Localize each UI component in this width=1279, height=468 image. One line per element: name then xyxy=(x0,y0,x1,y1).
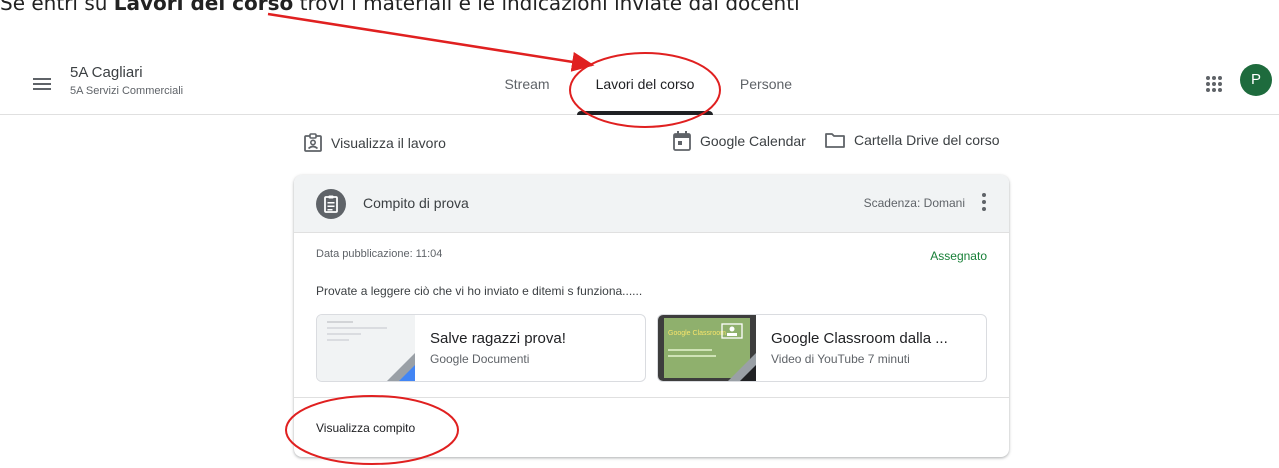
class-drive-folder-label: Cartella Drive del corso xyxy=(854,132,1000,148)
calendar-icon xyxy=(673,131,691,151)
attachment-type: Video di YouTube 7 minuti xyxy=(771,352,910,366)
google-calendar-label: Google Calendar xyxy=(700,133,806,149)
video-thumbnail-title: Google Classroom xyxy=(668,330,726,337)
document-caption: Se entri su Lavori del corso trovi i mat… xyxy=(0,0,800,15)
caption-prefix: Se entri su xyxy=(0,0,114,15)
view-your-work-link[interactable]: Visualizza il lavoro xyxy=(303,133,446,153)
caption-suffix: trovi i materiali e le indicazioni invia… xyxy=(293,0,800,15)
folder-icon xyxy=(825,133,845,148)
tab-persone[interactable]: Persone xyxy=(736,70,796,115)
attachment-type: Google Documenti xyxy=(430,352,530,366)
assignment-instructions: Provate a leggere ciò che vi ho inviato … xyxy=(316,284,643,298)
youtube-video-icon: Google Classroom xyxy=(658,315,756,381)
more-options-icon[interactable] xyxy=(981,192,987,212)
assigned-work-icon xyxy=(304,133,322,152)
class-drive-folder-link[interactable]: Cartella Drive del corso xyxy=(824,130,1000,150)
hamburger-menu-icon[interactable] xyxy=(30,72,54,96)
caption-bold: Lavori del corso xyxy=(113,0,294,15)
assignment-status: Assegnato xyxy=(930,249,987,263)
assignment-due-date: Scadenza: Domani xyxy=(863,196,965,210)
assignment-icon xyxy=(316,189,346,219)
assignment-card-footer: Visualizza compito xyxy=(294,397,1009,457)
assignment-card-header[interactable]: Compito di prova Scadenza: Domani xyxy=(294,175,1009,233)
tab-lavori-del-corso[interactable]: Lavori del corso xyxy=(577,70,713,115)
google-apps-grid-icon[interactable] xyxy=(1202,72,1226,96)
attachment-title: Salve ragazzi prova! xyxy=(430,330,566,347)
google-calendar-link[interactable]: Google Calendar xyxy=(672,130,806,152)
account-avatar[interactable]: P xyxy=(1240,64,1272,96)
active-tab-indicator xyxy=(577,111,713,115)
class-name[interactable]: 5A Cagliari xyxy=(70,64,143,81)
assignment-card: Compito di prova Scadenza: Domani Data p… xyxy=(294,175,1009,457)
top-app-bar: 5A Cagliari 5A Servizi Commerciali Strea… xyxy=(0,50,1279,115)
attachment-youtube-video[interactable]: Google Classroom Google Classroom dalla … xyxy=(657,314,987,382)
view-assignment-link[interactable]: Visualizza compito xyxy=(316,421,415,435)
attachment-title: Google Classroom dalla ... xyxy=(771,330,948,347)
class-section: 5A Servizi Commerciali xyxy=(70,85,184,97)
google-docs-icon xyxy=(317,315,415,381)
view-your-work-label: Visualizza il lavoro xyxy=(331,135,446,151)
attachment-google-doc[interactable]: Salve ragazzi prova! Google Documenti xyxy=(316,314,646,382)
tab-label: Lavori del corso xyxy=(595,76,695,92)
tab-stream[interactable]: Stream xyxy=(497,70,557,115)
published-date: Data pubblicazione: 11:04 xyxy=(316,248,443,260)
assignment-title: Compito di prova xyxy=(363,195,469,211)
